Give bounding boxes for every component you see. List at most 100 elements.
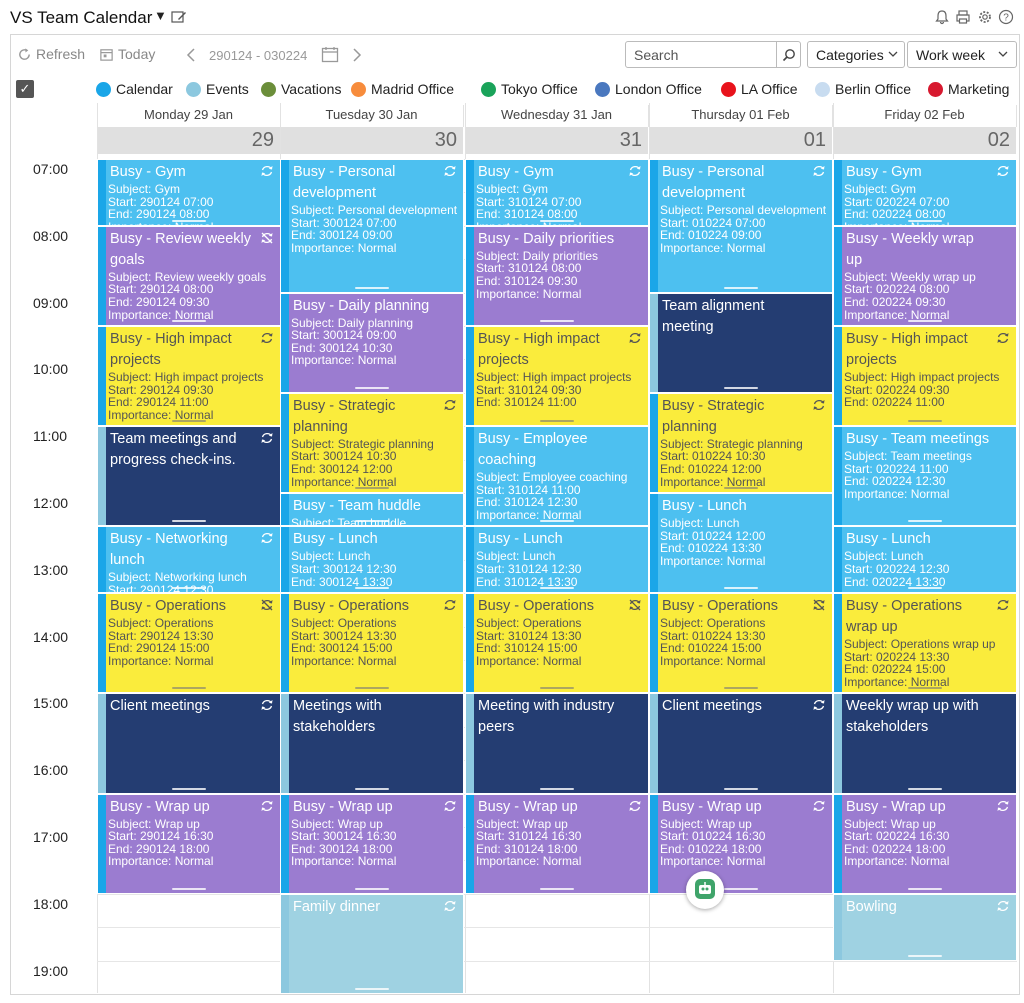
resize-handle[interactable]	[355, 787, 389, 790]
calendar-event[interactable]: Busy - Operations Subject: Operations Sta…	[649, 593, 833, 694]
calendar-event[interactable]: Bowling	[833, 893, 1017, 961]
edit-title-icon[interactable]	[171, 10, 187, 24]
resize-handle[interactable]	[724, 687, 758, 690]
calendar-event[interactable]: Busy - Strategic planning Subject: Strate…	[280, 392, 464, 493]
calendar-event[interactable]: Busy - Team meetings Subject: Team meetin…	[833, 426, 1017, 527]
calendar-event[interactable]: Busy - Personal development Subject: Pers…	[649, 159, 833, 293]
resize-handle[interactable]	[540, 420, 574, 423]
calendar-event[interactable]: Busy - Daily priorities Subject: Daily pr…	[465, 225, 649, 326]
calendar-event[interactable]: Busy - Wrap up Subject: Wrap up Start: 31…	[465, 793, 649, 894]
day-number[interactable]: 30	[281, 127, 463, 154]
calendar-event[interactable]: Busy - Gym Subject: Gym Start: 290124 07:…	[97, 159, 281, 226]
resize-handle[interactable]	[724, 587, 758, 590]
calendar-event[interactable]: Team alignment meeting	[649, 292, 833, 393]
calendar-event[interactable]: Busy - Personal development Subject: Pers…	[280, 159, 464, 293]
calendar-event[interactable]: Busy - Team huddle Subject: Team huddle	[280, 493, 464, 527]
refresh-button[interactable]: Refresh	[17, 46, 85, 62]
app-title[interactable]: VS Team Calendar	[10, 8, 152, 28]
calendar-event[interactable]: Busy - Lunch Subject: Lunch Start: 010224…	[649, 493, 833, 594]
day-header[interactable]: Friday 02 Feb	[833, 105, 1017, 127]
calendar-event[interactable]: Busy - Networking lunch Subject: Networki…	[97, 526, 281, 594]
day-number[interactable]: 31	[466, 127, 648, 154]
legend-item-vacations[interactable]: Vacations	[261, 81, 341, 97]
calendar-event[interactable]: Busy - Weekly wrap up Subject: Weekly wra…	[833, 225, 1017, 326]
calendar-event[interactable]: Busy - High impact projects Subject: High…	[833, 326, 1017, 427]
resize-handle[interactable]	[172, 587, 206, 590]
calendar-event[interactable]: Busy - Lunch Subject: Lunch Start: 020224…	[833, 526, 1017, 594]
select-all-checkbox[interactable]: ✓	[16, 80, 34, 98]
resize-handle[interactable]	[172, 887, 206, 890]
next-week-icon[interactable]	[351, 47, 363, 63]
calendar-event[interactable]: Meetings with stakeholders	[280, 693, 464, 794]
resize-handle[interactable]	[908, 687, 942, 690]
calendar-event[interactable]: Busy - Employee coaching Subject: Employe…	[465, 426, 649, 527]
resize-handle[interactable]	[540, 319, 574, 322]
day-number[interactable]: 01	[650, 127, 832, 154]
resize-handle[interactable]	[355, 587, 389, 590]
categories-dropdown[interactable]: Categories	[807, 41, 905, 68]
calendar-event[interactable]: Busy - High impact projects Subject: High…	[465, 326, 649, 427]
calendar-event[interactable]: Busy - High impact projects Subject: High…	[97, 326, 281, 427]
resize-handle[interactable]	[172, 787, 206, 790]
calendar-event[interactable]: Client meetings	[649, 693, 833, 794]
title-dropdown-icon[interactable]: ▼	[154, 8, 167, 23]
calendar-event[interactable]: Busy - Gym Subject: Gym Start: 020224 07:…	[833, 159, 1017, 226]
legend-item-marketing[interactable]: Marketing	[928, 81, 1009, 97]
resize-handle[interactable]	[355, 887, 389, 890]
resize-handle[interactable]	[724, 787, 758, 790]
resize-handle[interactable]	[172, 219, 206, 222]
resize-handle[interactable]	[908, 587, 942, 590]
calendar-event[interactable]: Team meetings and progress check-ins.	[97, 426, 281, 527]
resize-handle[interactable]	[908, 319, 942, 322]
calendar-event[interactable]: Busy - Operations wrap up Subject: Operat…	[833, 593, 1017, 694]
calendar-event[interactable]: Busy - Operations Subject: Operations Sta…	[465, 593, 649, 694]
day-header[interactable]: Wednesday 31 Jan	[465, 105, 649, 127]
legend-item-tokyo-office[interactable]: Tokyo Office	[481, 81, 578, 97]
today-button[interactable]: Today	[99, 46, 155, 62]
date-picker-icon[interactable]	[321, 46, 339, 63]
legend-item-london-office[interactable]: London Office	[595, 81, 702, 97]
calendar-event[interactable]: Busy - Review weekly goals Subject: Revie…	[97, 225, 281, 326]
calendar-event[interactable]: Busy - Lunch Subject: Lunch Start: 310124…	[465, 526, 649, 594]
resize-handle[interactable]	[540, 587, 574, 590]
legend-item-la-office[interactable]: LA Office	[721, 81, 798, 97]
bell-icon[interactable]	[934, 9, 950, 25]
legend-item-berlin-office[interactable]: Berlin Office	[815, 81, 911, 97]
resize-handle[interactable]	[172, 520, 206, 523]
assistant-bot-button[interactable]	[686, 871, 724, 909]
resize-handle[interactable]	[724, 286, 758, 289]
prev-week-icon[interactable]	[185, 47, 197, 63]
resize-handle[interactable]	[908, 954, 942, 957]
legend-item-madrid-office[interactable]: Madrid Office	[351, 81, 454, 97]
day-header[interactable]: Monday 29 Jan	[97, 105, 281, 127]
calendar-event[interactable]: Busy - Operations Subject: Operations Sta…	[97, 593, 281, 694]
resize-handle[interactable]	[724, 486, 758, 489]
legend-item-calendar[interactable]: Calendar	[96, 81, 173, 97]
resize-handle[interactable]	[355, 286, 389, 289]
search-input[interactable]	[626, 42, 776, 67]
calendar-event[interactable]: Client meetings	[97, 693, 281, 794]
print-icon[interactable]	[955, 9, 971, 25]
day-header[interactable]: Tuesday 30 Jan	[280, 105, 464, 127]
calendar-event[interactable]: Weekly wrap up with stakeholders	[833, 693, 1017, 794]
help-icon[interactable]: ?	[998, 9, 1014, 25]
resize-handle[interactable]	[540, 520, 574, 523]
resize-handle[interactable]	[540, 787, 574, 790]
calendar-event[interactable]: Busy - Lunch Subject: Lunch Start: 300124…	[280, 526, 464, 594]
resize-handle[interactable]	[355, 687, 389, 690]
resize-handle[interactable]	[172, 687, 206, 690]
resize-handle[interactable]	[724, 887, 758, 890]
gear-icon[interactable]	[977, 9, 993, 25]
calendar-event[interactable]: Busy - Operations Subject: Operations Sta…	[280, 593, 464, 694]
date-range[interactable]: 290124 - 030224	[209, 48, 307, 63]
calendar-event[interactable]: Busy - Wrap up Subject: Wrap up Start: 01…	[649, 793, 833, 894]
resize-handle[interactable]	[908, 420, 942, 423]
day-number[interactable]: 29	[98, 127, 280, 154]
day-number[interactable]: 02	[834, 127, 1016, 154]
resize-handle[interactable]	[172, 319, 206, 322]
resize-handle[interactable]	[908, 787, 942, 790]
resize-handle[interactable]	[355, 987, 389, 990]
resize-handle[interactable]	[540, 887, 574, 890]
resize-handle[interactable]	[172, 420, 206, 423]
resize-handle[interactable]	[908, 520, 942, 523]
